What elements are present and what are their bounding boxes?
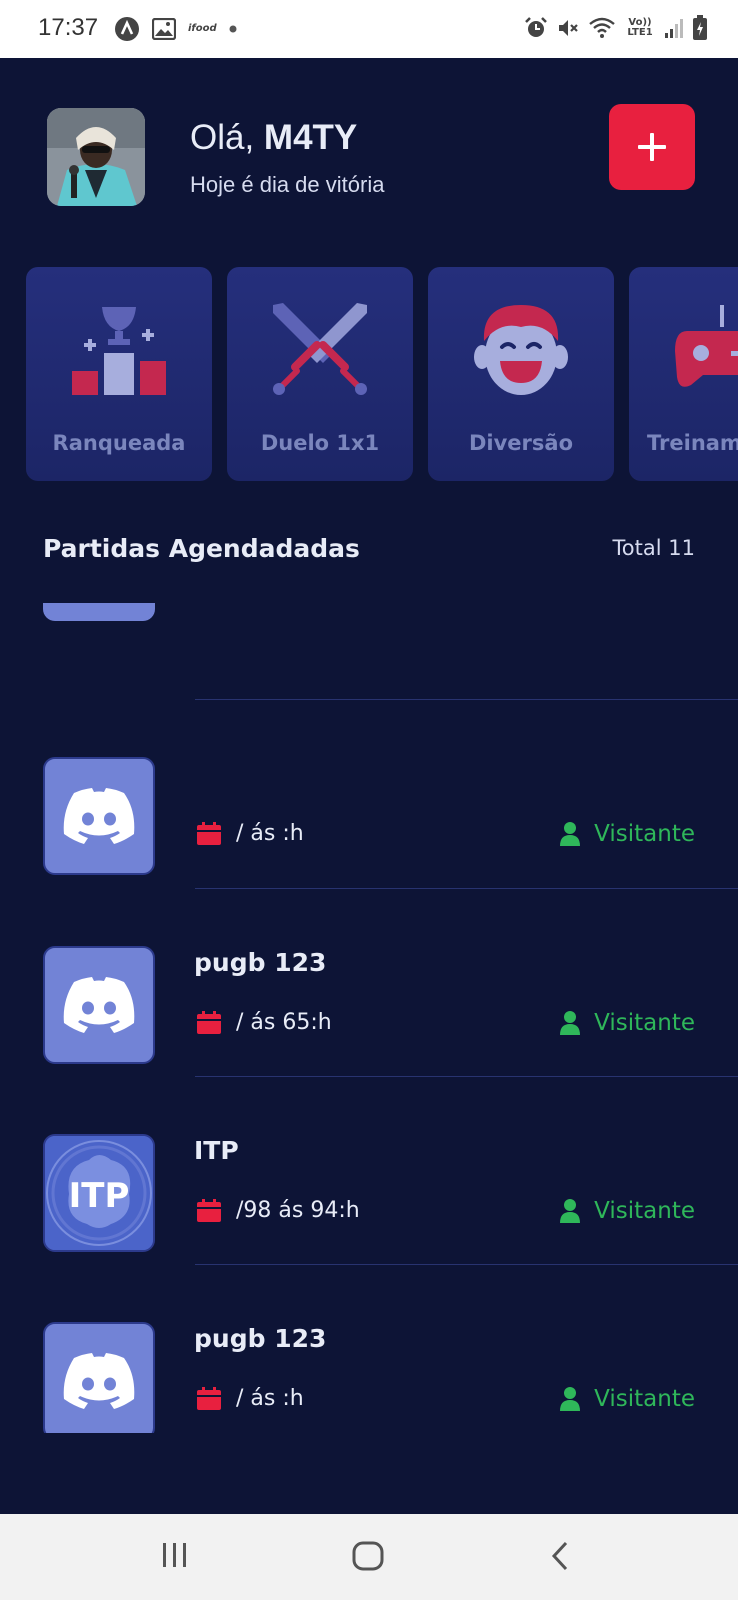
match-role-text: Visitante	[594, 1198, 695, 1224]
category-carousel[interactable]: Ranqueada Duelo 1x1 Diversão Treinam	[26, 267, 738, 481]
category-label: Diversão	[468, 431, 573, 455]
match-thumbnail	[43, 757, 155, 875]
recent-apps-icon	[163, 1543, 186, 1567]
match-schedule: / ás 65:h	[196, 1010, 332, 1035]
match-date-text: / ás :h	[236, 821, 304, 846]
match-date-text: / ás :h	[236, 1386, 304, 1411]
match-date-text: /98 ás 94:h	[236, 1198, 360, 1223]
crossed-swords-icon	[273, 303, 367, 395]
match-title: pugb 123	[194, 1324, 327, 1353]
match-row[interactable]: / ás :h Visitante	[0, 757, 738, 887]
match-thumbnail: ITP	[43, 1134, 155, 1252]
category-ranqueada[interactable]: Ranqueada	[26, 267, 212, 481]
podium-trophy-icon	[72, 307, 166, 395]
laughing-face-icon	[474, 305, 568, 395]
match-title: pugb 123	[194, 948, 327, 977]
home-button[interactable]	[352, 1540, 384, 1572]
avatar[interactable]	[47, 108, 145, 206]
category-treinamento[interactable]: Treinam	[629, 267, 738, 481]
previous-match-thumbnail-edge	[43, 603, 155, 621]
plus-icon	[638, 133, 666, 161]
list-divider	[195, 699, 738, 700]
scheduled-matches-list[interactable]: / ás :h Visitante pugb 123 / ás 65:h Vis…	[0, 603, 738, 1433]
list-divider	[195, 888, 738, 889]
match-thumbnail	[43, 946, 155, 1064]
greeting-prefix: Olá,	[190, 118, 264, 157]
username: M4TY	[263, 118, 358, 157]
battery-charging-icon	[692, 15, 708, 41]
ifood-icon: ifood	[188, 23, 217, 34]
wifi-icon	[588, 17, 616, 39]
category-diversao[interactable]: Diversão	[428, 267, 614, 481]
home-icon	[352, 1541, 384, 1571]
alarm-icon	[524, 16, 548, 40]
calendar-icon	[197, 821, 221, 845]
discord-icon	[63, 977, 135, 1033]
discord-icon	[63, 1353, 135, 1409]
match-role: Visitante	[560, 821, 695, 847]
user-icon	[560, 1011, 581, 1035]
back-icon	[551, 1541, 568, 1571]
greeting: Olá, M4TY	[190, 118, 357, 158]
calendar-icon	[197, 1198, 221, 1222]
list-divider	[195, 1264, 738, 1265]
volte-lte-indicator: Vo)) LTE1	[627, 17, 653, 38]
category-label: Treinam	[647, 431, 738, 455]
discord-icon	[63, 788, 135, 844]
add-match-button[interactable]	[609, 104, 695, 190]
category-label: Ranqueada	[52, 431, 186, 455]
itp-logo-text: ITP	[69, 1176, 130, 1216]
match-role: Visitante	[560, 1198, 695, 1224]
match-role-text: Visitante	[594, 821, 695, 847]
greeting-subtitle: Hoje é dia de vitória	[190, 172, 385, 197]
section-title: Partidas Agendadadas	[43, 534, 360, 563]
system-navigation-bar	[0, 1514, 738, 1600]
match-schedule: /98 ás 94:h	[196, 1198, 360, 1223]
match-role: Visitante	[560, 1010, 695, 1036]
itp-logo-icon: ITP	[45, 1136, 153, 1250]
signal-icon	[664, 17, 684, 39]
image-icon	[152, 18, 176, 40]
home-screen: Olá, M4TY Hoje é dia de vitória Ranquead…	[0, 58, 738, 1514]
match-row[interactable]: ITP ITP /98 ás 94:h Visitante	[0, 1134, 738, 1264]
match-role: Visitante	[560, 1386, 695, 1412]
user-icon	[560, 1387, 581, 1411]
match-row[interactable]: pugb 123 / ás 65:h Visitante	[0, 946, 738, 1076]
user-icon	[560, 822, 581, 846]
match-schedule: / ás :h	[196, 1386, 304, 1411]
match-title: ITP	[194, 1136, 239, 1165]
user-icon	[560, 1199, 581, 1223]
match-role-text: Visitante	[594, 1010, 695, 1036]
category-label: Duelo 1x1	[260, 431, 380, 455]
match-role-text: Visitante	[594, 1386, 695, 1412]
mute-icon	[556, 16, 580, 40]
calendar-icon	[197, 1386, 221, 1410]
matches-total: Total 11	[612, 536, 695, 560]
app-notification-icon	[114, 16, 140, 42]
status-time: 17:37	[38, 14, 99, 41]
more-notifications-dot-icon	[229, 25, 237, 33]
back-button[interactable]	[548, 1540, 572, 1572]
match-thumbnail	[43, 1322, 155, 1433]
match-date-text: / ás 65:h	[236, 1010, 332, 1035]
list-divider	[195, 1076, 738, 1077]
recent-apps-button[interactable]	[160, 1540, 190, 1570]
match-row[interactable]: pugb 123 / ás :h Visitante	[0, 1322, 738, 1433]
category-duelo[interactable]: Duelo 1x1	[227, 267, 413, 481]
gamepad-icon	[675, 305, 738, 387]
match-schedule: / ás :h	[196, 821, 304, 846]
status-bar: 17:37 ifood Vo)) LTE1	[0, 0, 738, 58]
calendar-icon	[197, 1010, 221, 1034]
